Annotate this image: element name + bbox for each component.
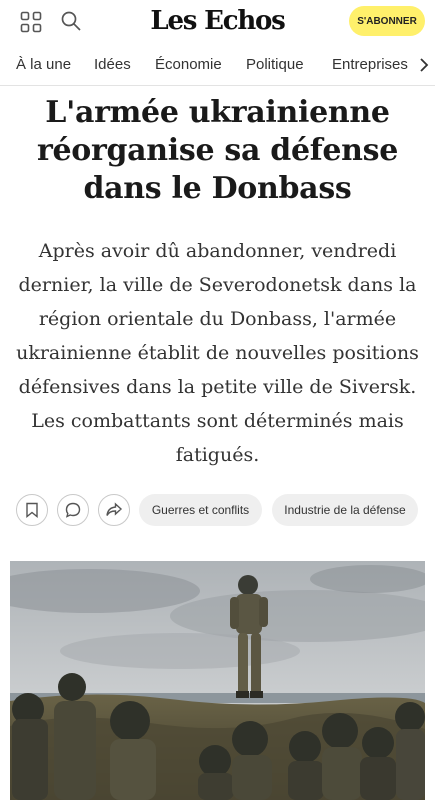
nav-item-politique[interactable]: Politique <box>246 56 304 73</box>
article-lead: Après avoir dû abandonner, vendredi dern… <box>16 240 419 466</box>
nav-item-entreprises[interactable]: Entreprises <box>332 56 408 73</box>
top-bar: Les Echos S'ABONNER <box>0 0 435 44</box>
article-actions: Guerres et conflits Industrie de la défe… <box>0 493 435 527</box>
bookmark-icon[interactable] <box>16 494 48 526</box>
article-photo <box>10 561 425 800</box>
nav-item-economie[interactable]: Économie <box>155 56 222 73</box>
nav-item-idees[interactable]: Idées <box>94 56 131 73</box>
comment-icon[interactable] <box>57 494 89 526</box>
tag-guerres-et-conflits[interactable]: Guerres et conflits <box>139 494 262 526</box>
section-nav: À la une Idées Économie Politique Entrep… <box>0 44 435 86</box>
subscribe-button[interactable]: S'ABONNER <box>349 6 425 36</box>
nav-item-a-la-une[interactable]: À la une <box>16 56 71 73</box>
chevron-right-icon[interactable] <box>413 44 435 85</box>
search-icon[interactable] <box>60 10 82 32</box>
tag-industrie-defense[interactable]: Industrie de la défense <box>272 494 418 526</box>
article-title: L'armée ukrainienne réorganise sa défens… <box>36 95 399 206</box>
share-icon[interactable] <box>98 494 130 526</box>
grid-icon[interactable] <box>20 11 42 33</box>
